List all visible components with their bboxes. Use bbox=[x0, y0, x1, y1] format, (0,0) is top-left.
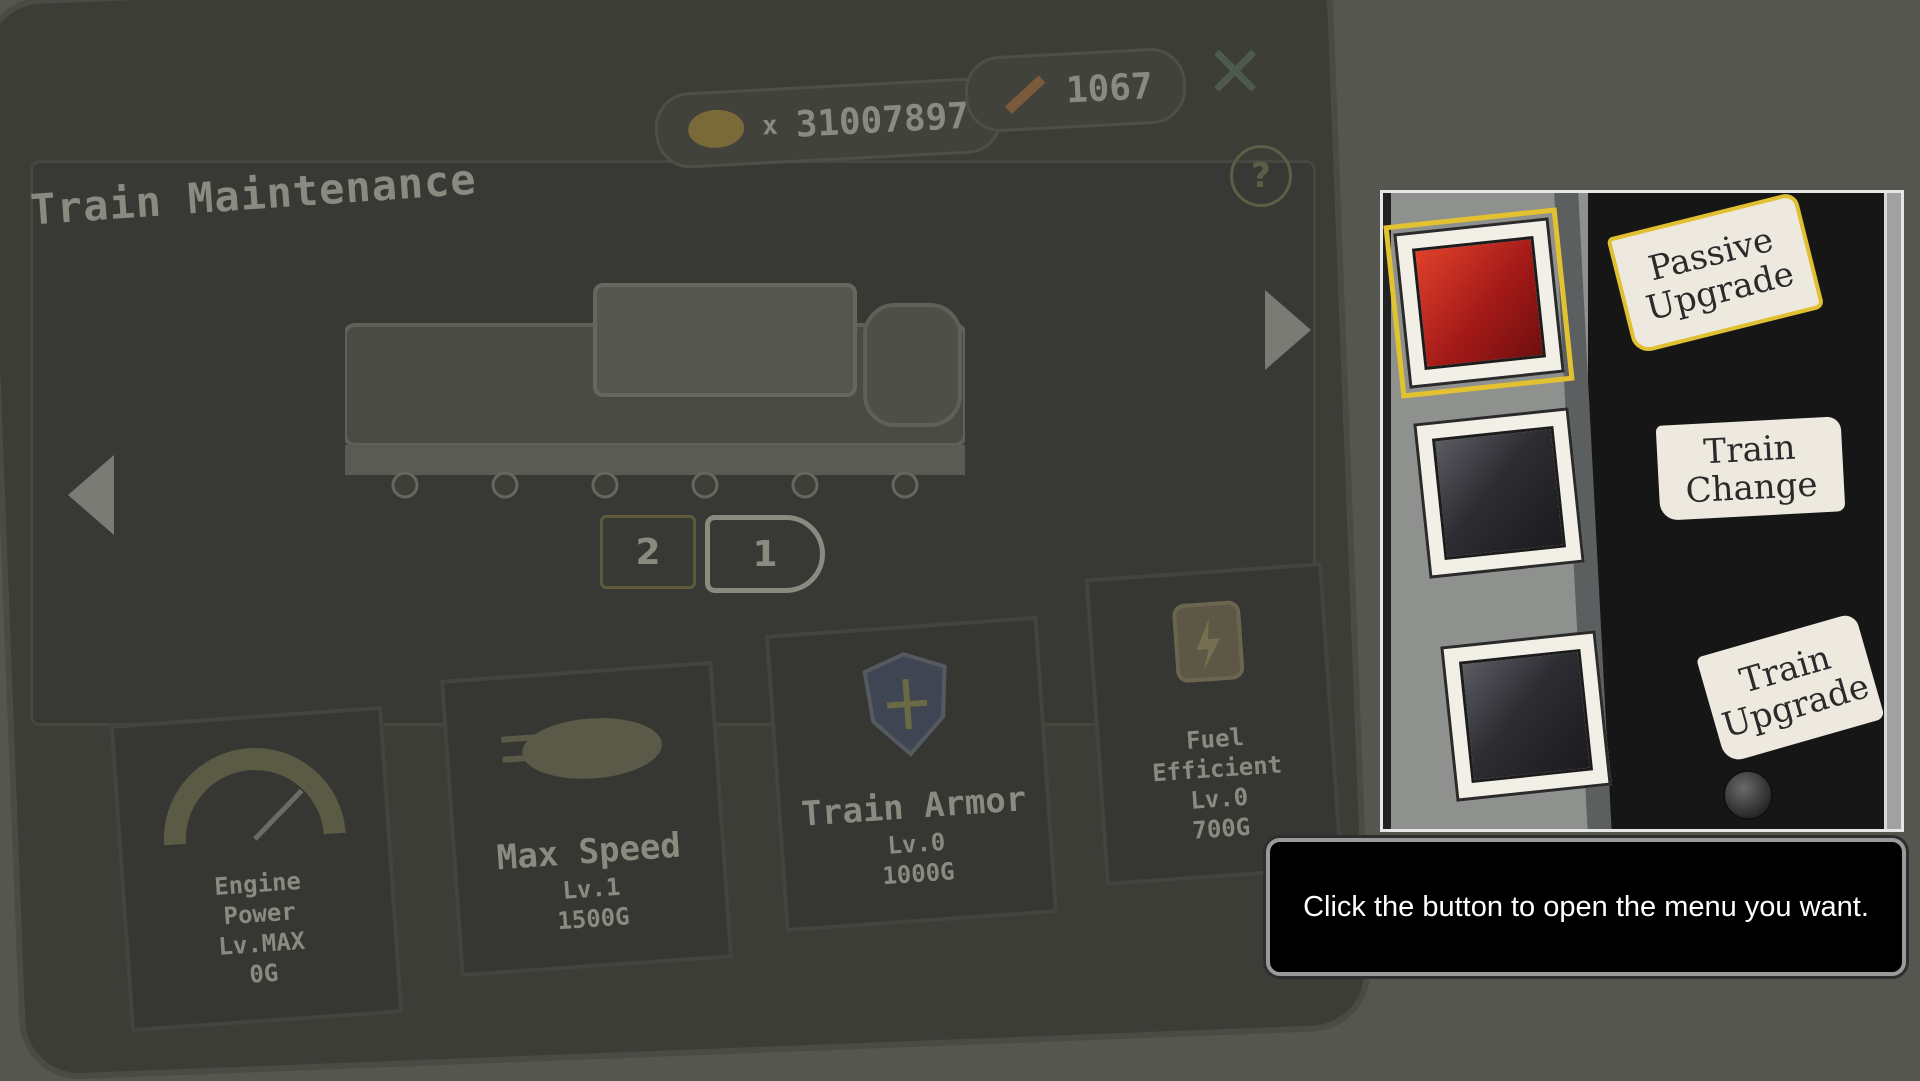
passive-upgrade-button[interactable] bbox=[1383, 207, 1575, 399]
engine-power-card[interactable]: Engine Power Lv.MAX 0G bbox=[109, 705, 404, 1033]
tutorial-tooltip: Click the button to open the menu you wa… bbox=[1266, 838, 1906, 976]
menu-button-panel: Passive Upgrade Train Change Train Upgra… bbox=[1380, 190, 1904, 832]
knob-icon bbox=[1723, 770, 1773, 820]
game-screen: Train Maintenance x 31007897 1067 ✕ ? 2 … bbox=[0, 0, 1920, 1081]
gold-amount: 31007897 bbox=[794, 95, 970, 146]
train-image bbox=[345, 283, 965, 499]
car-number-2[interactable]: 2 bbox=[600, 515, 696, 589]
gold-prefix: x bbox=[761, 110, 779, 142]
coin-icon bbox=[687, 108, 746, 150]
fuel-icon bbox=[1172, 600, 1245, 683]
tooltip-text: Click the button to open the menu you wa… bbox=[1303, 890, 1869, 923]
train-change-label[interactable]: Train Change bbox=[1655, 416, 1846, 521]
car-number-1[interactable]: 1 bbox=[705, 515, 825, 593]
speed-icon bbox=[500, 718, 662, 779]
next-train-arrow[interactable] bbox=[1265, 290, 1311, 370]
train-upgrade-button[interactable] bbox=[1440, 630, 1612, 802]
train-change-button[interactable] bbox=[1413, 407, 1585, 579]
help-icon[interactable]: ? bbox=[1230, 145, 1292, 207]
gauge-icon bbox=[163, 748, 346, 846]
arrow-icon bbox=[997, 66, 1050, 119]
close-icon[interactable]: ✕ bbox=[1205, 30, 1265, 114]
material-counter: 1067 bbox=[963, 46, 1188, 134]
prev-train-arrow[interactable] bbox=[68, 455, 114, 535]
shield-icon bbox=[862, 652, 947, 757]
material-amount: 1067 bbox=[1064, 65, 1154, 111]
train-armor-card[interactable]: Train Armor Lv.0 1000G bbox=[764, 615, 1059, 933]
max-speed-card[interactable]: Max Speed Lv.1 1500G bbox=[439, 660, 734, 978]
